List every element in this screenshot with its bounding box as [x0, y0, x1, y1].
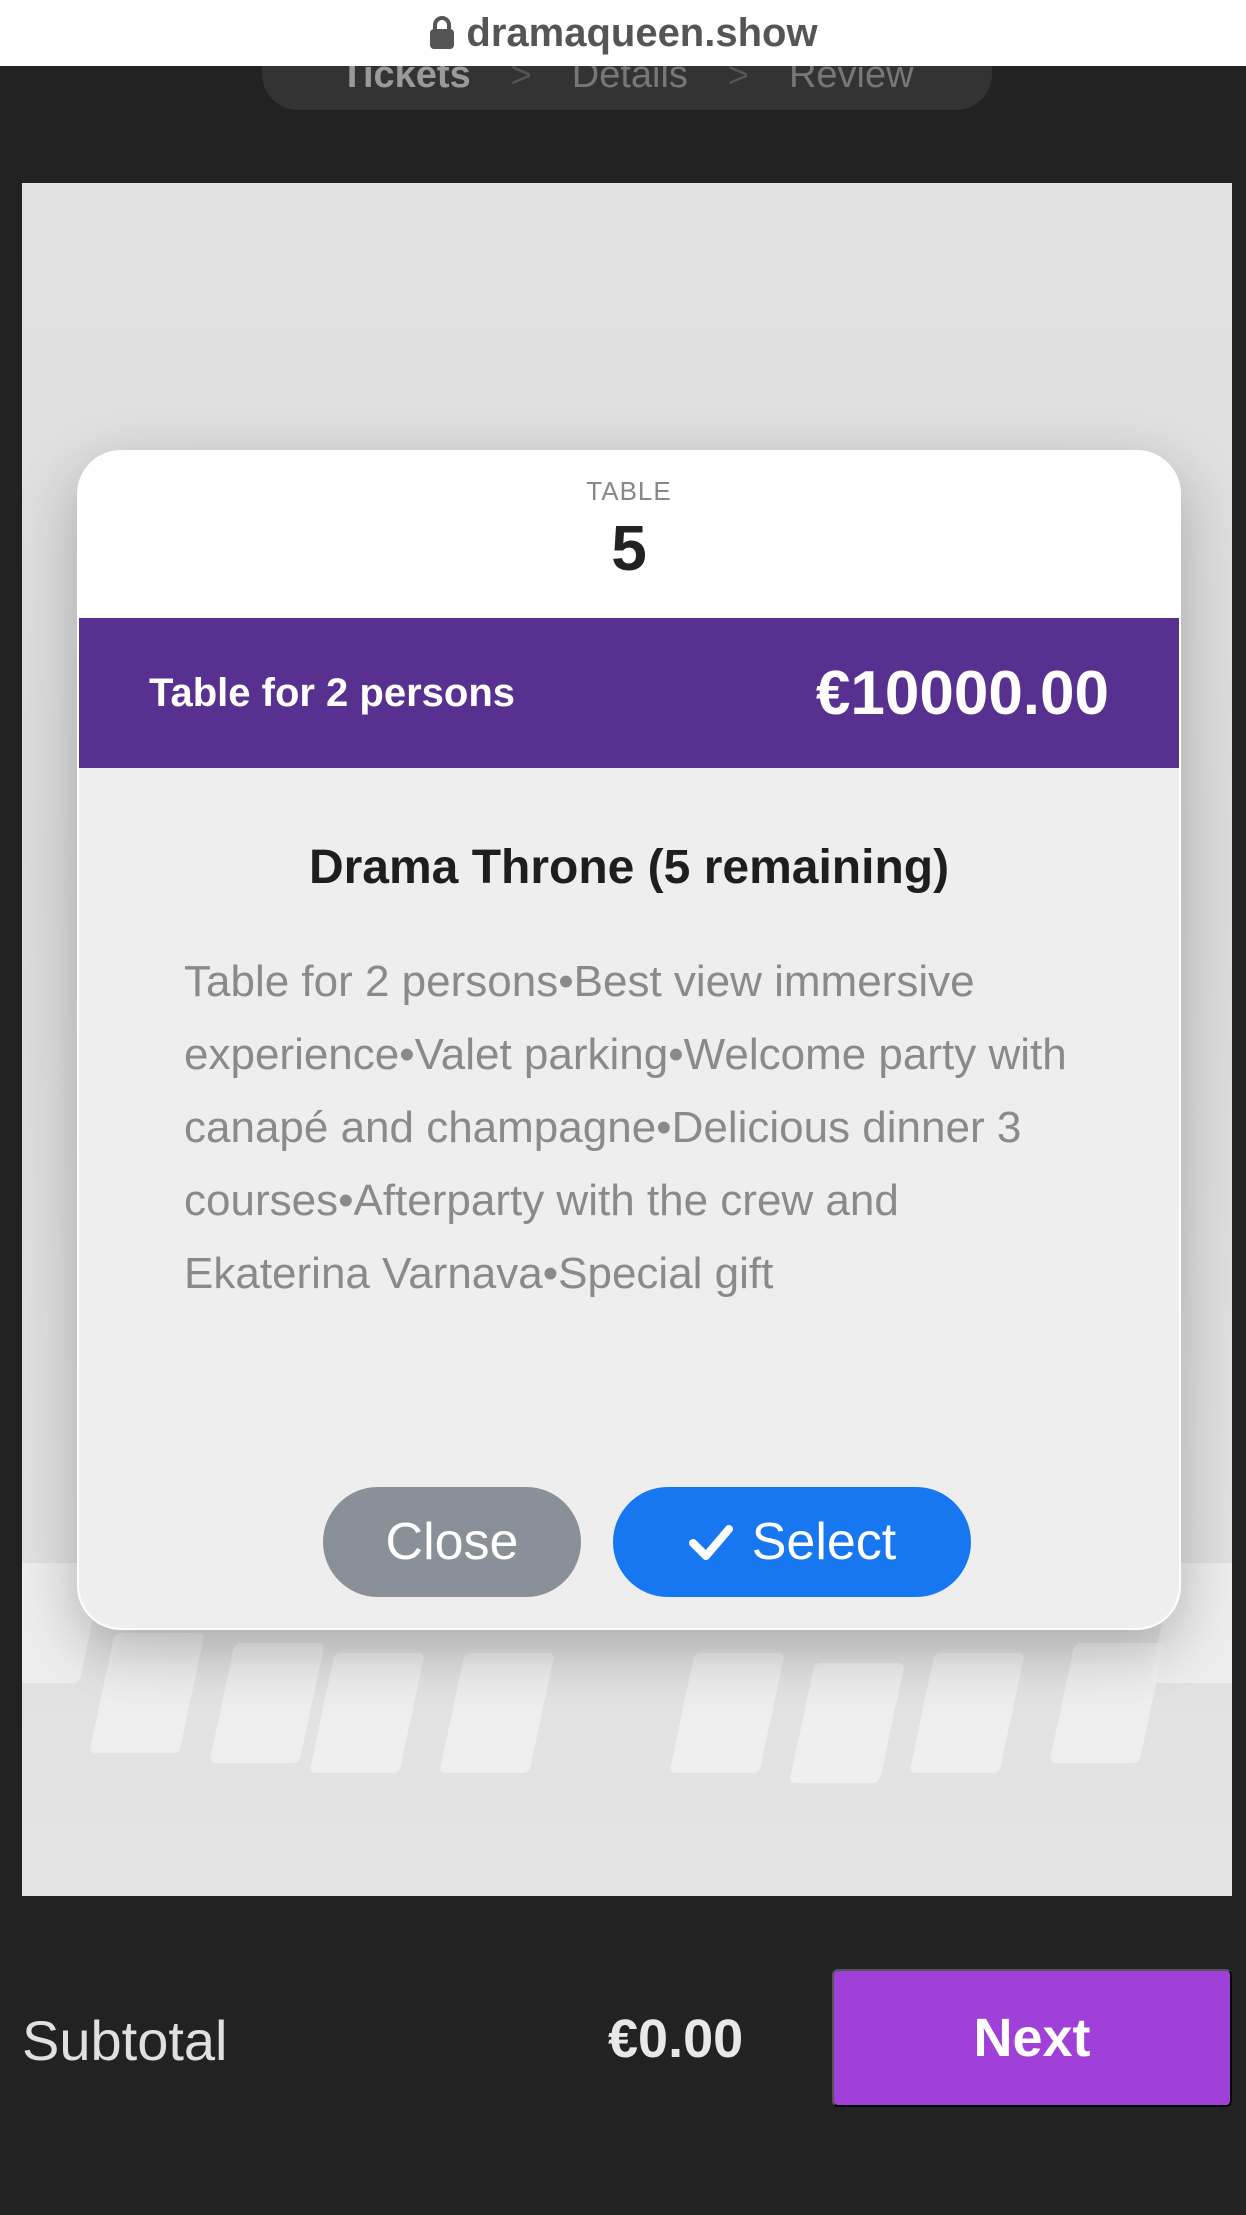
package-description: Table for 2 persons•Best view immersive …	[184, 957, 1067, 1298]
next-button-label: Next	[973, 2008, 1091, 2068]
modal-body: Drama Throne (5 remaining) Table for 2 p…	[79, 768, 1179, 1310]
table-capacity: Table for 2 persons	[149, 670, 516, 715]
select-button[interactable]: Select	[613, 1487, 971, 1597]
table-number: 5	[611, 512, 647, 584]
price-band: Table for 2 persons €10000.00	[79, 618, 1179, 768]
table-detail-modal: TABLE 5 Table for 2 persons €10000.00 Dr…	[77, 450, 1181, 1630]
close-button[interactable]: Close	[323, 1487, 581, 1597]
modal-actions: Close Select	[79, 1487, 1179, 1597]
subtotal-value: €0.00	[608, 2009, 744, 2069]
lock-icon	[430, 16, 455, 49]
close-button-label: Close	[385, 1513, 519, 1571]
checkmark-icon	[688, 1525, 733, 1560]
table-label: TABLE	[586, 476, 672, 506]
checkout-footer: Subtotal €0.00 Next	[0, 1896, 1246, 2215]
url-text: dramaqueen.show	[466, 10, 818, 55]
package-title: Drama Throne (5 remaining)	[308, 841, 950, 894]
modal-header: TABLE 5	[79, 452, 1179, 618]
browser-url-bar[interactable]: dramaqueen.show	[0, 0, 1246, 66]
subtotal-label: Subtotal	[22, 2009, 228, 2072]
next-button[interactable]: Next	[832, 1969, 1232, 2107]
select-button-label: Select	[751, 1513, 897, 1571]
url-display[interactable]: dramaqueen.show	[428, 10, 818, 56]
table-price: €10000.00	[815, 658, 1109, 728]
